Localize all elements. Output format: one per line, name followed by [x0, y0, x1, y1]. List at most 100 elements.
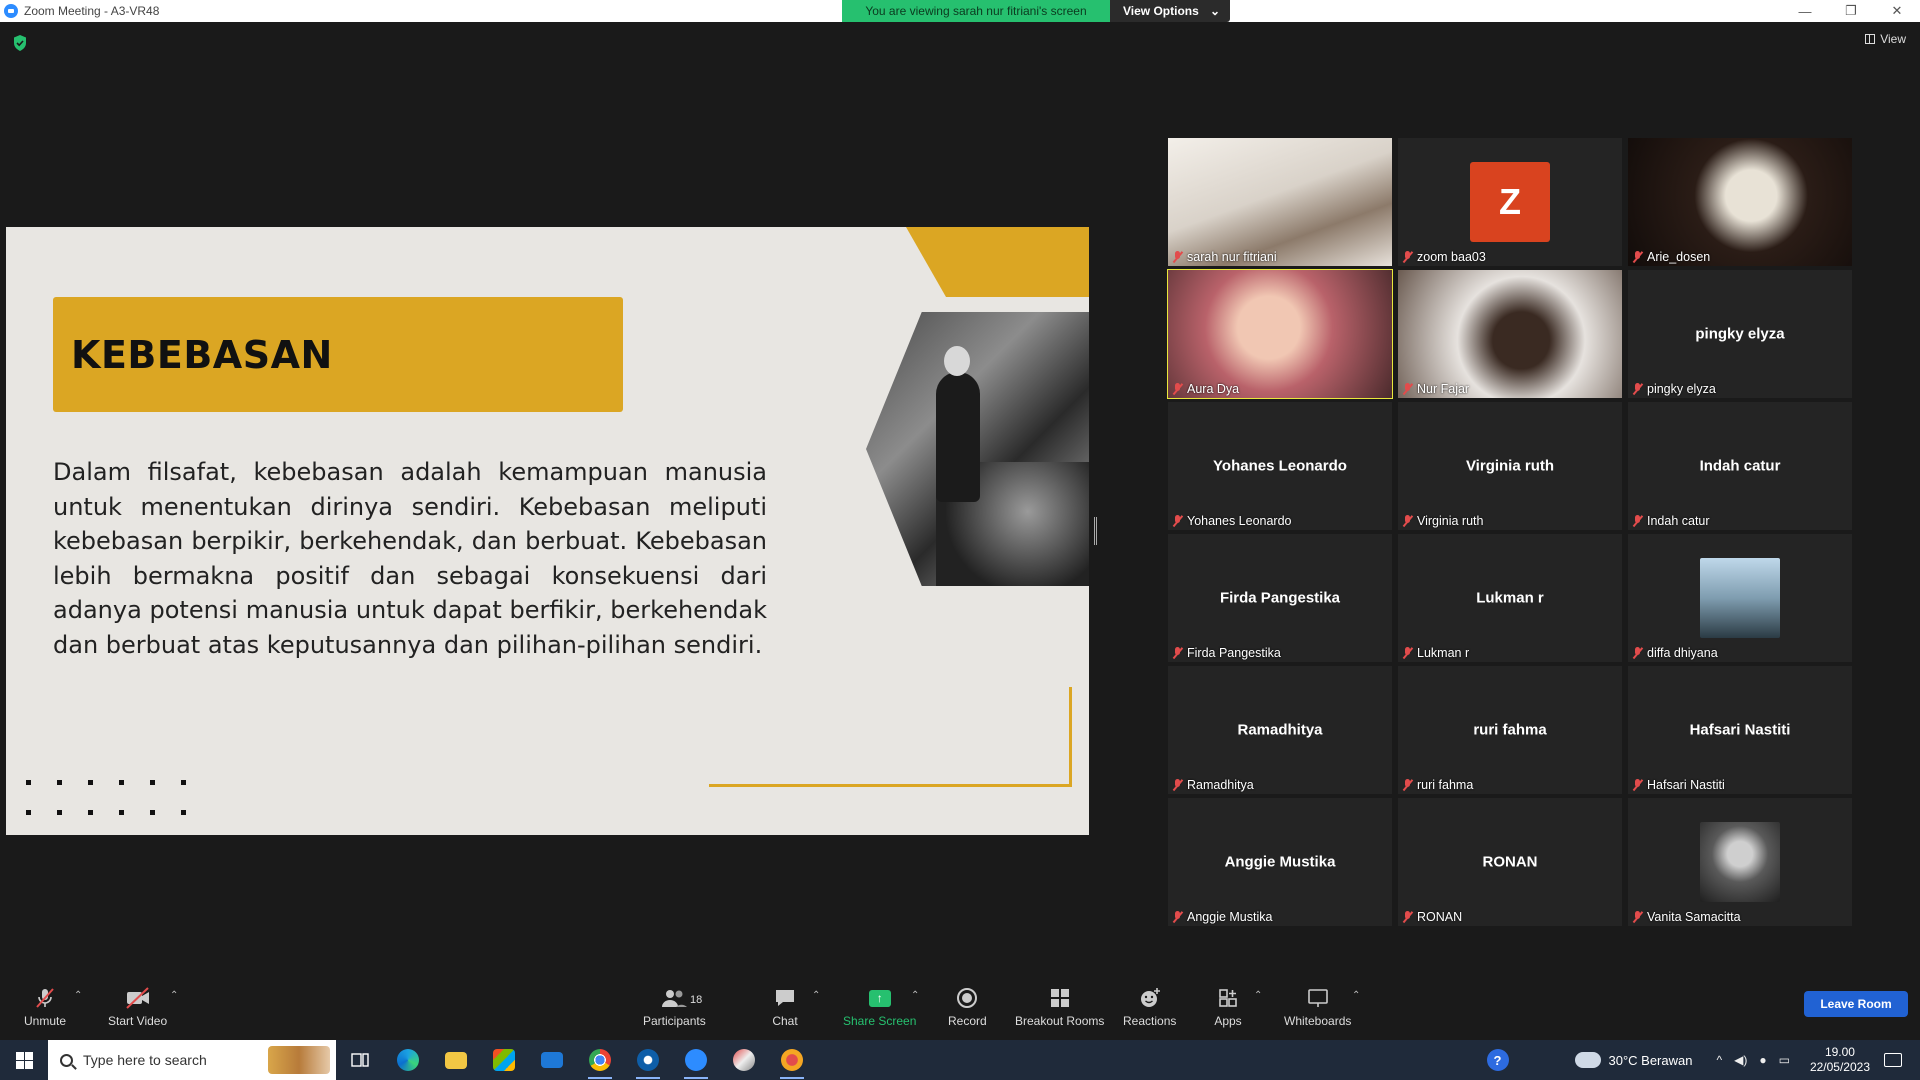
participant-tile[interactable]: diffa dhiyana [1628, 534, 1852, 662]
participant-tile[interactable]: Virginia ruth Virginia ruth [1398, 402, 1622, 530]
edge-icon [397, 1049, 419, 1071]
apps-icon [1214, 986, 1242, 1010]
participant-tile[interactable]: Vanita Samacitta [1628, 798, 1852, 926]
notification-icon[interactable] [1884, 1053, 1902, 1067]
apps-options-caret[interactable]: ⌃ [1254, 990, 1262, 1001]
restore-button[interactable]: ❐ [1828, 0, 1874, 22]
participant-name-label: Lukman r [1402, 646, 1469, 660]
cloud-icon [1574, 1052, 1601, 1068]
participant-name: Indah catur [1647, 514, 1710, 528]
minimize-button[interactable]: — [1782, 0, 1828, 22]
audio-options-caret[interactable]: ⌃ [74, 990, 82, 1001]
participants-button[interactable]: Participants [643, 986, 706, 1028]
participant-video [1628, 138, 1852, 266]
unmute-button[interactable]: Unmute [24, 986, 66, 1028]
participant-name-label: Nur Fajar [1402, 382, 1469, 396]
muted-mic-icon [31, 986, 59, 1010]
chat-icon [771, 986, 799, 1010]
share-screen-icon: ↑ [868, 989, 891, 1007]
whiteboards-options-caret[interactable]: ⌃ [1352, 990, 1360, 1001]
file-explorer-taskbar-button[interactable] [432, 1040, 480, 1080]
participant-avatar: Z [1470, 162, 1550, 242]
share-options-caret[interactable]: ⌃ [911, 990, 919, 1001]
close-button[interactable]: ✕ [1874, 0, 1920, 22]
leave-room-button[interactable]: Leave Room [1804, 991, 1908, 1017]
participant-name-label: Arie_dosen [1632, 250, 1710, 264]
participant-video [1168, 138, 1392, 266]
video-options-caret[interactable]: ⌃ [170, 990, 178, 1001]
participant-profile-photo [1700, 822, 1780, 902]
muted-mic-icon [1632, 647, 1643, 659]
view-label: View [1880, 32, 1906, 46]
start-video-button[interactable]: Start Video [108, 986, 167, 1028]
record-label: Record [948, 1014, 987, 1028]
weather-widget[interactable]: 30°C Berawan [1574, 1052, 1692, 1068]
muted-mic-icon [1172, 911, 1183, 923]
chrome-taskbar-button[interactable] [576, 1040, 624, 1080]
view-options-button[interactable]: View Options ⌄ [1110, 0, 1230, 22]
whiteboards-label: Whiteboards [1284, 1014, 1352, 1028]
participant-tile[interactable]: Indah catur Indah catur [1628, 402, 1852, 530]
record-icon [953, 986, 981, 1010]
record-button[interactable]: Record [948, 986, 987, 1028]
participant-name-label: Aura Dya [1172, 382, 1239, 396]
participant-tile[interactable]: Zzoom baa03 [1398, 138, 1622, 266]
participant-display-name: Anggie Mustika [1224, 853, 1336, 871]
participant-video [1398, 270, 1622, 398]
participant-display-name: Ramadhitya [1237, 721, 1323, 739]
taskbar-clock[interactable]: 19.00 22/05/2023 [1810, 1045, 1870, 1075]
participant-tile[interactable]: Ramadhitya Ramadhitya [1168, 666, 1392, 794]
participant-name-label: RONAN [1402, 910, 1462, 924]
chrome-icon [589, 1049, 611, 1071]
chevron-up-icon[interactable]: ^ [1716, 1053, 1722, 1067]
help-icon[interactable]: ? [1486, 1049, 1509, 1071]
mail-taskbar-button[interactable] [528, 1040, 576, 1080]
participant-tile[interactable]: Yohanes Leonardo Yohanes Leonardo [1168, 402, 1392, 530]
task-view-button[interactable] [336, 1040, 384, 1080]
participant-tile[interactable]: sarah nur fitriani [1168, 138, 1392, 266]
participant-display-name: Indah catur [1699, 457, 1781, 475]
participant-name: Hafsari Nastiti [1647, 778, 1725, 792]
share-screen-button[interactable]: ↑ Share Screen [843, 986, 916, 1028]
muted-mic-icon [1632, 383, 1643, 395]
chat-options-caret[interactable]: ⌃ [812, 990, 820, 1001]
clock-date: 22/05/2023 [1809, 1060, 1870, 1074]
participant-tile[interactable]: ruri fahma ruri fahma [1398, 666, 1622, 794]
view-layout-button[interactable]: View [1865, 32, 1906, 46]
chat-button[interactable]: Chat [771, 986, 799, 1028]
chevron-down-icon: ⌄ [1209, 4, 1220, 18]
participant-tile[interactable]: Nur Fajar [1398, 270, 1622, 398]
apps-button[interactable]: Apps [1214, 986, 1242, 1028]
participant-tile[interactable]: Hafsari Nastiti Hafsari Nastiti [1628, 666, 1852, 794]
participant-tile[interactable]: RONAN RONAN [1398, 798, 1622, 926]
whiteboards-button[interactable]: Whiteboards [1284, 986, 1351, 1028]
muted-mic-icon [1632, 779, 1643, 791]
powerpoint-taskbar-button[interactable] [768, 1040, 816, 1080]
participant-tile[interactable]: pingky elyza pingky elyza [1628, 270, 1852, 398]
network-icon[interactable]: ▭ [1779, 1053, 1790, 1067]
start-button[interactable] [0, 1040, 48, 1080]
unmute-label: Unmute [24, 1014, 67, 1028]
participant-tile[interactable]: Lukman r Lukman r [1398, 534, 1622, 662]
store-taskbar-button[interactable] [480, 1040, 528, 1080]
app-taskbar-button[interactable] [720, 1040, 768, 1080]
volume-icon[interactable]: ◀) [1734, 1053, 1747, 1067]
reactions-button[interactable]: Reactions [1123, 986, 1176, 1028]
taskbar-search-box[interactable]: Type here to search [48, 1040, 336, 1080]
muted-mic-icon [1402, 515, 1413, 527]
microphone-icon[interactable]: ● [1759, 1053, 1766, 1067]
participant-name-label: Virginia ruth [1402, 514, 1483, 528]
store-icon [493, 1049, 515, 1071]
participant-name-label: diffa dhiyana [1632, 646, 1718, 660]
zoom-taskbar-button[interactable] [672, 1040, 720, 1080]
security-shield-icon[interactable] [12, 34, 28, 52]
zoom-app-icon [4, 4, 18, 18]
edge-taskbar-button[interactable] [384, 1040, 432, 1080]
participant-tile[interactable]: Aura Dya [1167, 269, 1393, 399]
participant-tile[interactable]: Anggie Mustika Anggie Mustika [1168, 798, 1392, 926]
teamviewer-taskbar-button[interactable] [624, 1040, 672, 1080]
breakout-rooms-button[interactable]: Breakout Rooms [1015, 986, 1104, 1028]
participant-tile[interactable]: Arie_dosen [1628, 138, 1852, 266]
split-resize-handle[interactable] [1094, 517, 1097, 545]
participant-tile[interactable]: Firda Pangestika Firda Pangestika [1168, 534, 1392, 662]
